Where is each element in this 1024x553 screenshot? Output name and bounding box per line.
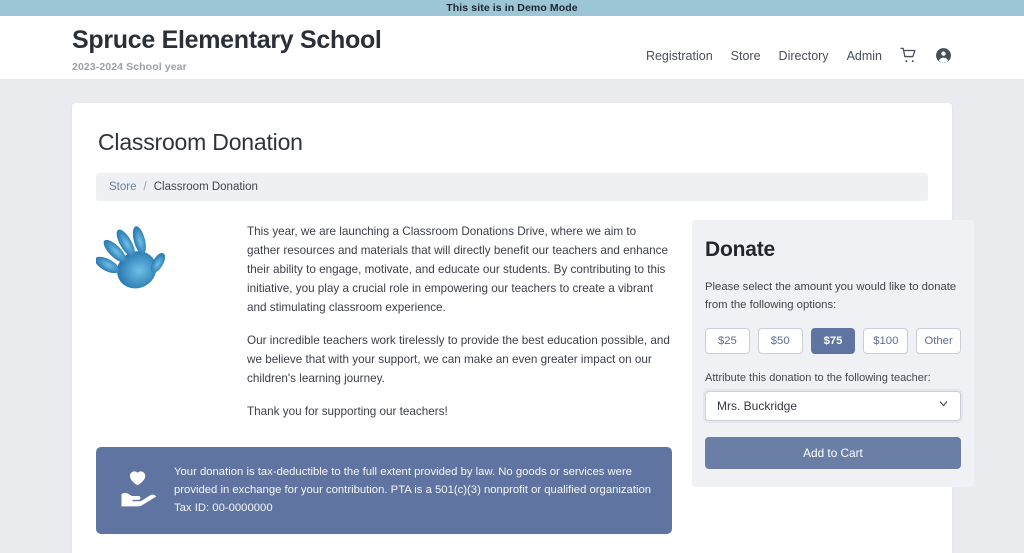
teacher-select-wrapper: Mrs. Buckridge: [705, 391, 961, 422]
paragraph-3: Thank you for supporting our teachers!: [247, 404, 448, 418]
page-title: Classroom Donation: [98, 129, 303, 155]
brand-block: Spruce Elementary School 2023-2024 Schoo…: [72, 16, 382, 73]
donate-heading: Donate: [705, 238, 775, 261]
right-column: Donate Please select the amount you woul…: [692, 220, 974, 488]
left-column: This year, we are launching a Classroom …: [83, 214, 672, 534]
account-circle-icon[interactable]: [935, 47, 952, 64]
paragraph-2: Our incredible teachers work tirelessly …: [247, 333, 670, 385]
breadcrumb: Store / Classroom Donation: [96, 173, 928, 201]
amount-button-75[interactable]: $75: [810, 328, 856, 355]
paragraph-1: This year, we are launching a Classroom …: [247, 225, 668, 314]
shopping-cart-icon[interactable]: [900, 47, 917, 64]
body-grid: This year, we are launching a Classroom …: [83, 214, 974, 534]
donation-description: This year, we are launching a Classroom …: [247, 220, 672, 422]
nav-item-directory[interactable]: Directory: [779, 49, 829, 63]
demo-mode-text: This site is in Demo Mode: [446, 2, 578, 14]
donate-panel: Donate Please select the amount you woul…: [692, 220, 974, 488]
teacher-select[interactable]: Mrs. Buckridge: [705, 391, 961, 422]
four-handprints-image: [83, 214, 314, 439]
amount-options: $25 $50 $75 $100 Other: [705, 328, 961, 355]
amount-button-50[interactable]: $50: [757, 328, 803, 355]
content-card: Classroom Donation Store / Classroom Don…: [72, 103, 974, 553]
amount-button-100[interactable]: $100: [863, 328, 909, 355]
nav-item-registration[interactable]: Registration: [646, 49, 713, 63]
page-container: Classroom Donation Store / Classroom Don…: [0, 80, 1024, 553]
school-year: 2023-2024 School year: [72, 60, 187, 73]
school-name: Spruce Elementary School: [72, 26, 382, 54]
nav-item-admin[interactable]: Admin: [847, 49, 882, 63]
breadcrumb-separator: /: [143, 181, 147, 193]
donate-prompt: Please select the amount you would like …: [705, 281, 957, 312]
main-navigation: Registration Store Directory Admin: [646, 47, 952, 64]
amount-button-25[interactable]: $25: [705, 328, 750, 355]
breadcrumb-current: Classroom Donation: [153, 181, 258, 193]
tax-deductible-notice: Your donation is tax-deductible to the f…: [96, 446, 672, 534]
add-to-cart-button[interactable]: Add to Cart: [705, 437, 961, 470]
tax-notice-text: Your donation is tax-deductible to the f…: [174, 465, 652, 515]
intro-row: This year, we are launching a Classroom …: [83, 214, 672, 439]
attribute-teacher-label: Attribute this donation to the following…: [705, 372, 931, 385]
nav-item-store[interactable]: Store: [731, 49, 761, 63]
hand-holding-heart-icon: [118, 469, 158, 512]
breadcrumb-link-store[interactable]: Store: [109, 181, 137, 193]
amount-button-other[interactable]: Other: [916, 328, 961, 355]
demo-mode-banner: This site is in Demo Mode: [0, 0, 1024, 16]
site-header: Spruce Elementary School 2023-2024 Schoo…: [0, 16, 1024, 80]
